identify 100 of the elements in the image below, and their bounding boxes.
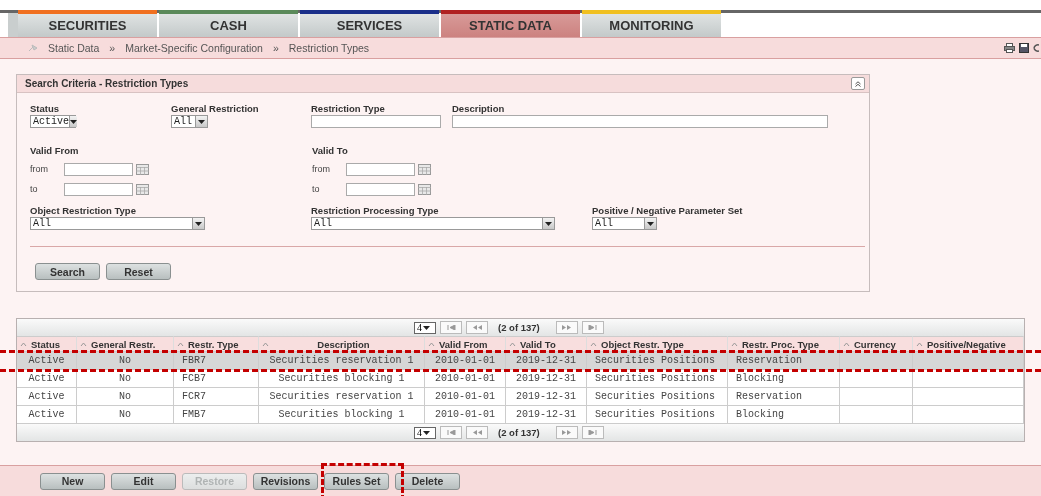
table-row[interactable]: Active No FCR7 Securities reservation 1 2010-01-01 2019-12-31 Securities Positions Reservation (17, 388, 1024, 406)
table-cell: 2019-12-31 (516, 409, 576, 420)
calendar-icon[interactable] (136, 163, 149, 175)
table-cell: No (119, 355, 131, 366)
date-field[interactable] (64, 163, 133, 176)
nav-tab[interactable]: STATIC DATA (441, 10, 580, 37)
table-cell: 2019-12-31 (516, 373, 576, 384)
field-label: Positive / Negative Parameter Set (592, 205, 744, 216)
date-field[interactable] (64, 183, 133, 196)
last-page-button[interactable] (581, 321, 604, 334)
dropdown-field[interactable]: Active (30, 115, 76, 128)
panel-title: Search Criteria - Restriction Types (25, 78, 189, 89)
field-label: Restriction Type (311, 103, 386, 114)
table-cell: FBR7 (182, 355, 206, 366)
table-cell: 2019-12-31 (516, 355, 576, 366)
next-page-button[interactable] (555, 321, 578, 334)
last-page-icon (588, 325, 598, 330)
previous-page-button[interactable] (466, 426, 488, 439)
dropdown-field[interactable]: All (171, 115, 208, 128)
table-cell: No (119, 373, 131, 384)
dropdown-arrow-icon (70, 119, 77, 124)
field-label: Description (452, 103, 506, 114)
previous-page-icon (472, 325, 482, 330)
input-field[interactable] (452, 115, 828, 128)
date-field[interactable] (346, 163, 415, 176)
breadcrumb-link[interactable]: Market-Specific Configuration (125, 42, 263, 54)
print-icon[interactable] (1004, 43, 1015, 53)
action-button[interactable]: Rules Set (324, 472, 389, 490)
dropdown-arrow-icon (423, 325, 430, 330)
first-page-button[interactable] (440, 321, 462, 334)
nav-tab[interactable]: SECURITIES (18, 10, 157, 37)
calendar-icon[interactable] (418, 163, 431, 175)
nav-tab[interactable]: CASH (159, 10, 298, 37)
table-cell: No (119, 409, 131, 420)
search-form-button[interactable]: Reset (106, 263, 171, 280)
dropdown-arrow-icon (545, 221, 552, 226)
field-label: General Restriction (171, 103, 260, 114)
table-cell: Securities Positions (595, 391, 716, 402)
next-page-button[interactable] (555, 426, 578, 439)
page-size-select[interactable]: 4 (414, 426, 436, 439)
table-cell: Reservation (736, 391, 802, 402)
next-page-icon (562, 325, 572, 330)
field-label: from (312, 164, 331, 174)
table-row[interactable]: Active No FBR7 Securities reservation 1 2010-01-01 2019-12-31 Securities Positions Reservation (17, 352, 1024, 370)
input-field[interactable] (311, 115, 441, 128)
dropdown-field[interactable]: All (311, 217, 555, 230)
table-cell: Securities Positions (595, 355, 716, 366)
table-cell: Blocking (736, 409, 784, 420)
sort-icon (509, 341, 516, 347)
previous-page-button[interactable] (466, 321, 488, 334)
calendar-icon[interactable] (418, 183, 431, 195)
breadcrumb-link[interactable]: Restriction Types (288, 42, 370, 54)
table-cell: Active (28, 355, 65, 366)
table-cell: Securities reservation 1 (269, 355, 414, 366)
nav-tab[interactable]: SERVICES (300, 10, 439, 37)
page-size-select[interactable]: 4 (414, 321, 436, 334)
action-button[interactable]: New (40, 472, 105, 490)
dropdown-field[interactable]: All (30, 217, 205, 230)
last-page-button[interactable] (581, 426, 604, 439)
collapse-icon (855, 80, 861, 87)
sort-icon (262, 341, 269, 347)
sort-icon (843, 341, 850, 347)
table-row[interactable]: Active No FMB7 Securities blocking 1 2010-01-01 2019-12-31 Securities Positions Blocking (17, 406, 1024, 424)
table-cell: Blocking (736, 373, 784, 384)
refresh-icon[interactable] (1033, 43, 1039, 53)
breadcrumb-link[interactable]: Static Data (48, 42, 100, 54)
dropdown-field[interactable]: All (592, 217, 657, 230)
table-row[interactable]: Active No FCB7 Securities blocking 1 2010-01-01 2019-12-31 Securities Positions Blocking (17, 370, 1024, 388)
previous-page-icon (472, 430, 482, 435)
nav-tab[interactable]: MONITORING (582, 10, 721, 37)
dropdown-arrow-icon (423, 430, 430, 435)
table-cell: Active (28, 391, 65, 402)
field-label: to (30, 184, 39, 194)
sort-icon (731, 341, 738, 347)
action-button[interactable]: Revisions (253, 472, 318, 490)
first-page-button[interactable] (440, 426, 462, 439)
sort-icon (177, 341, 184, 347)
breadcrumb-separator: » (272, 42, 279, 54)
tab-bar-edge (8, 13, 18, 37)
collapse-button[interactable] (851, 77, 865, 90)
action-button[interactable]: Edit (111, 472, 176, 490)
dropdown-arrow-icon (198, 119, 205, 124)
last-page-icon (588, 430, 598, 435)
page-info: (2 of 137) (498, 322, 540, 333)
table-cell: Reservation (736, 355, 802, 366)
sort-icon (428, 341, 435, 347)
save-icon[interactable] (1019, 43, 1029, 53)
field-label: Valid From (30, 145, 80, 156)
field-label: Status (30, 103, 61, 114)
sort-icon (20, 341, 27, 347)
pin-icon (28, 44, 38, 52)
date-field[interactable] (346, 183, 415, 196)
table-cell: 2010-01-01 (435, 355, 495, 366)
field-label: Restriction Processing Type (311, 205, 440, 216)
action-button[interactable]: Delete (395, 472, 460, 490)
search-form-button[interactable]: Search (35, 263, 100, 280)
table-cell: Active (28, 373, 65, 384)
calendar-icon[interactable] (136, 183, 149, 195)
table-cell: Securities blocking 1 (278, 373, 405, 384)
table-cell: FMB7 (182, 409, 206, 420)
